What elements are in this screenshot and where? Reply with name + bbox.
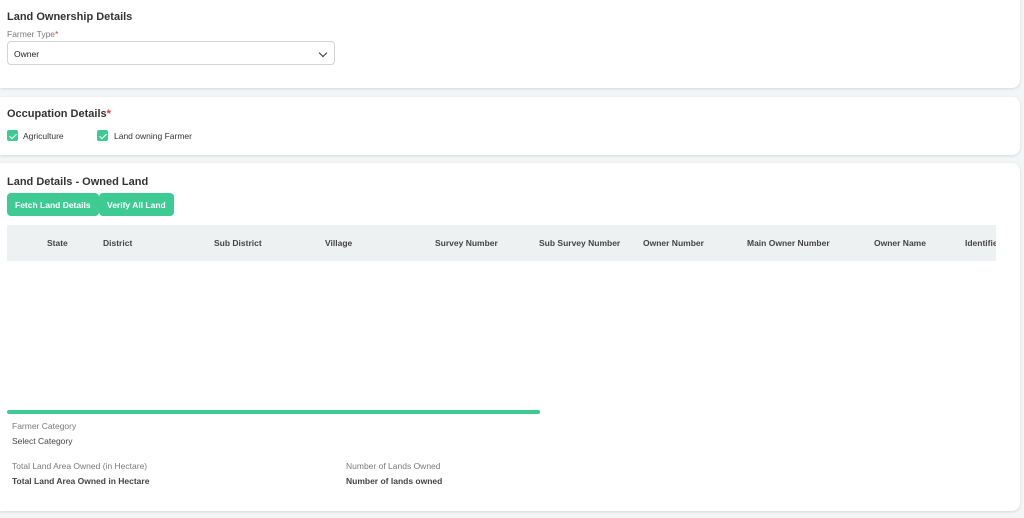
farmer-type-value: Owner [14, 49, 40, 59]
land-ownership-title: Land Ownership Details [7, 11, 133, 23]
column-header-village[interactable]: Village [325, 238, 352, 248]
column-header-sub-district[interactable]: Sub District [214, 238, 262, 248]
farmer-type-label: Farmer Type* [7, 29, 58, 39]
land-table-header: State District Sub District Village Surv… [7, 225, 996, 261]
column-header-main-owner-number[interactable]: Main Owner Number [747, 238, 830, 248]
occupation-card: Occupation Details* Agriculture Land own… [0, 97, 1020, 155]
farmer-type-label-text: Farmer Type [7, 29, 56, 39]
column-header-owner-number[interactable]: Owner Number [643, 238, 704, 248]
column-header-survey-number[interactable]: Survey Number [435, 238, 498, 248]
column-header-sub-survey-number[interactable]: Sub Survey Number [539, 238, 620, 248]
total-area-label: Total Land Area Owned (in Hectare) [12, 461, 148, 471]
column-header-district[interactable]: District [103, 238, 132, 248]
farmer-category-label: Farmer Category [12, 421, 77, 431]
fetch-land-details-button[interactable]: Fetch Land Details [7, 193, 99, 216]
progress-bar [7, 410, 540, 414]
land-owning-farmer-label: Land owning Farmer [114, 131, 192, 141]
occupation-title: Occupation Details* [7, 108, 111, 120]
farmer-category-select[interactable]: Select Category [12, 436, 72, 446]
land-details-title: Land Details - Owned Land [7, 176, 149, 188]
agriculture-checkbox-icon[interactable] [7, 130, 18, 141]
num-lands-value: Number of lands owned [346, 476, 443, 486]
required-mark: * [55, 29, 59, 39]
column-header-identifier-name[interactable]: Identifier Na [965, 238, 996, 248]
land-ownership-card: Land Ownership Details Farmer Type* Owne… [0, 0, 1020, 88]
num-lands-label: Number of Lands Owned [346, 461, 441, 471]
column-header-state[interactable]: State [47, 238, 68, 248]
farmer-type-select[interactable]: Owner [7, 41, 335, 65]
total-area-value: Total Land Area Owned in Hectare [12, 476, 150, 486]
occupation-title-text: Occupation Details [7, 108, 107, 120]
agriculture-label: Agriculture [23, 131, 64, 141]
required-mark: * [106, 108, 111, 120]
land-owning-farmer-checkbox-icon[interactable] [97, 130, 108, 141]
verify-all-land-button[interactable]: Verify All Land [99, 193, 174, 216]
land-details-card: Land Details - Owned Land Fetch Land Det… [0, 163, 1020, 511]
chevron-down-icon [318, 48, 328, 58]
column-header-owner-name[interactable]: Owner Name [874, 238, 926, 248]
